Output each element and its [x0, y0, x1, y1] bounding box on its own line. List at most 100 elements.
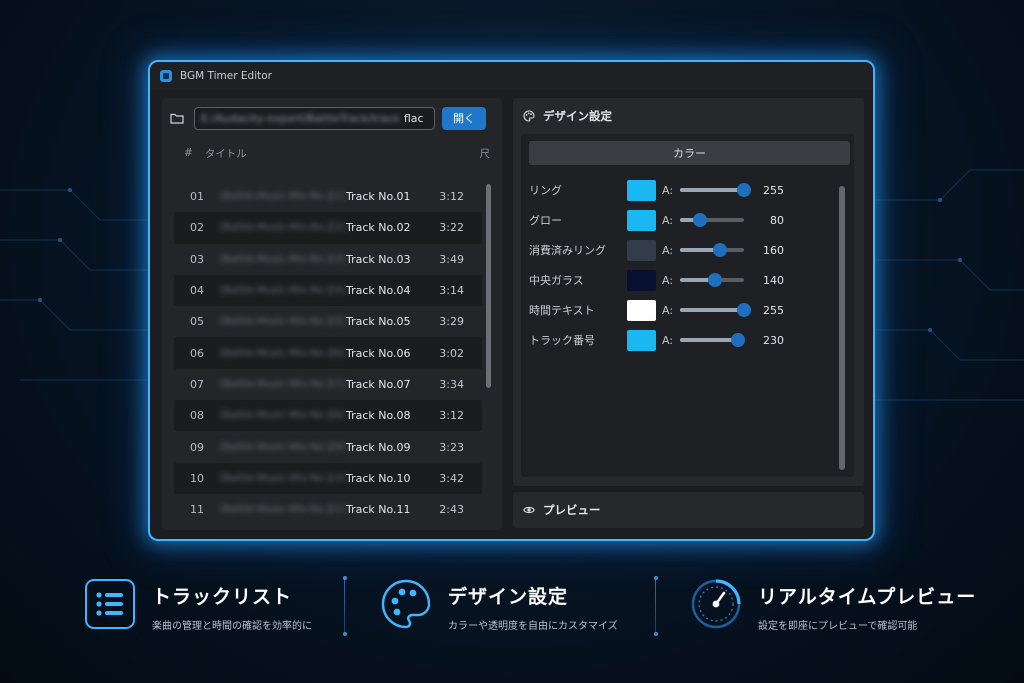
alpha-slider-handle[interactable]: [730, 333, 745, 347]
track-dur: 3:12: [439, 190, 464, 204]
alpha-slider-handle[interactable]: [708, 273, 723, 287]
track-row[interactable]: 10 [Battle-Music-Mix-No.][10] Track No.10 3…: [174, 462, 482, 494]
feature-design: デザイン設定 カラーや透明度を自由にカスタマイズ: [380, 578, 618, 632]
design-settings-title: デザイン設定: [543, 109, 612, 123]
file-path-input[interactable]: E:/Audacity-export/BattleTrack/track fla…: [194, 106, 435, 130]
track-path: [Battle-Music-Mix-No.][11]: [220, 504, 346, 516]
track-row[interactable]: 01 [Battle-Music-Mix-No.][1] Track No.01 3:…: [174, 181, 482, 212]
color-label: トラック番号: [529, 334, 595, 347]
title-bar: BGM Timer Editor: [150, 62, 873, 90]
alpha-slider-fill: [680, 338, 738, 342]
alpha-slider[interactable]: [680, 183, 751, 197]
alpha-slider[interactable]: [680, 243, 744, 257]
color-setting-row: 消費済みリング A: 160: [529, 238, 789, 262]
color-label: グロー: [529, 214, 562, 227]
header-title[interactable]: タイトル: [205, 146, 480, 161]
color-swatch[interactable]: [627, 239, 656, 261]
track-path: [Battle-Music-Mix-No.][8]: [220, 410, 345, 422]
folder-icon[interactable]: [170, 113, 184, 124]
open-button[interactable]: 開く: [442, 106, 486, 130]
feature-preview: リアルタイムプレビュー 設定を即座にプレビューで確認可能: [690, 578, 976, 632]
alpha-slider[interactable]: [680, 273, 744, 287]
track-row[interactable]: 05 [Battle-Music-Mix-No.][5] Track No.05 3:…: [174, 306, 482, 337]
color-setting-row: リング A: 255: [529, 178, 789, 202]
track-name: Track No.07: [346, 377, 411, 391]
track-row[interactable]: 02 [Battle-Music-Mix-No.][2] Track No.02 3:…: [174, 212, 482, 244]
track-num: 11: [190, 503, 204, 517]
alpha-slider[interactable]: [680, 213, 744, 227]
timer-gauge-icon: [691, 579, 741, 629]
track-num: 02: [190, 221, 204, 235]
app-window: BGM Timer Editor E:/Audacity-export/Batt…: [148, 60, 875, 541]
track-dur: 3:22: [439, 221, 464, 235]
alpha-slider-handle[interactable]: [737, 303, 751, 317]
track-num: 01: [190, 190, 204, 204]
track-dur: 2:43: [439, 503, 464, 517]
alpha-label: A:: [662, 213, 674, 227]
alpha-slider[interactable]: [680, 303, 751, 317]
design-scrollbar[interactable]: [839, 186, 845, 470]
list-icon: [85, 579, 135, 629]
palette-small-icon: [523, 110, 535, 122]
design-settings-header[interactable]: デザイン設定: [513, 98, 864, 134]
color-label: 消費済みリング: [529, 244, 606, 257]
file-selector: E:/Audacity-export/BattleTrack/track fla…: [162, 98, 502, 138]
alpha-slider-fill: [680, 188, 744, 192]
track-row[interactable]: 07 [Battle-Music-Mix-No.][7] Track No.07 3:…: [174, 369, 482, 400]
track-name: Track No.10: [346, 471, 411, 485]
track-row[interactable]: 11 [Battle-Music-Mix-No.][11] Track No.11 2…: [174, 494, 482, 525]
color-label: リング: [529, 184, 562, 197]
design-settings-panel: デザイン設定 カラー リング A: 255 グロー A: 80 消費済みリング A: 160 中央…: [513, 98, 864, 486]
feature-title: リアルタイムプレビュー: [758, 586, 977, 608]
track-list-scrollbar[interactable]: [486, 184, 491, 388]
alpha-label: A:: [662, 243, 674, 257]
color-swatch[interactable]: [627, 209, 656, 231]
track-row[interactable]: 06 [Battle-Music-Mix-No.][6] Track No.06 3:…: [174, 337, 482, 369]
track-path: [Battle-Music-Mix-No.][9]: [220, 441, 345, 453]
color-swatch[interactable]: [627, 329, 656, 351]
track-row[interactable]: 03 [Battle-Music-Mix-No.][3] Track No.03 3:…: [174, 244, 482, 275]
track-dur: 3:02: [439, 346, 464, 360]
preview-section-header[interactable]: プレビュー: [513, 492, 864, 528]
file-extension: flac: [403, 111, 424, 125]
alpha-slider[interactable]: [680, 333, 745, 347]
color-swatch[interactable]: [627, 299, 656, 321]
track-path: [Battle-Music-Mix-No.][7]: [220, 378, 345, 390]
alpha-label: A:: [662, 303, 674, 317]
track-row[interactable]: 08 [Battle-Music-Mix-No.][8] Track No.08 3:…: [174, 400, 482, 432]
track-dur: 3:34: [439, 377, 464, 391]
track-path: [Battle-Music-Mix-No.][10]: [220, 472, 346, 484]
color-settings-area: カラー リング A: 255 グロー A: 80 消費済みリング A: 160 中央ガラス A: 14…: [521, 134, 854, 477]
alpha-slider-fill: [680, 308, 744, 312]
alpha-value: 160: [763, 243, 784, 257]
track-name: Track No.05: [346, 315, 411, 329]
track-num: 04: [190, 284, 204, 298]
alpha-label: A:: [662, 333, 674, 347]
eye-icon: [523, 506, 535, 514]
track-name: Track No.11: [346, 503, 411, 517]
track-name: Track No.03: [346, 252, 411, 266]
track-name: Track No.08: [346, 409, 411, 423]
track-name: Track No.06: [346, 346, 411, 360]
alpha-slider-handle[interactable]: [713, 243, 728, 257]
alpha-value: 230: [763, 333, 784, 347]
feature-title: デザイン設定: [448, 586, 569, 608]
alpha-slider-handle[interactable]: [693, 213, 708, 227]
tab-color[interactable]: カラー: [529, 141, 850, 165]
track-name: Track No.01: [346, 190, 411, 204]
color-label: 時間テキスト: [529, 304, 595, 317]
header-length[interactable]: 尺: [480, 146, 491, 161]
track-dur: 3:14: [439, 284, 464, 298]
color-swatch[interactable]: [627, 269, 656, 291]
track-num: 05: [190, 315, 204, 329]
track-row[interactable]: 04 [Battle-Music-Mix-No.][4] Track No.04 3:…: [174, 274, 482, 307]
track-rows: 01 [Battle-Music-Mix-No.][1] Track No.01 3:…: [174, 181, 482, 525]
color-setting-row: トラック番号 A: 230: [529, 328, 789, 352]
alpha-slider-handle[interactable]: [737, 183, 751, 197]
track-dur: 3:23: [439, 440, 464, 454]
track-row[interactable]: 09 [Battle-Music-Mix-No.][9] Track No.09 3:…: [174, 431, 482, 462]
alpha-label: A:: [662, 273, 674, 287]
feature-desc: 設定を即座にプレビューで確認可能: [758, 621, 918, 632]
color-swatch[interactable]: [627, 179, 656, 201]
color-setting-row: 時間テキスト A: 255: [529, 298, 789, 322]
